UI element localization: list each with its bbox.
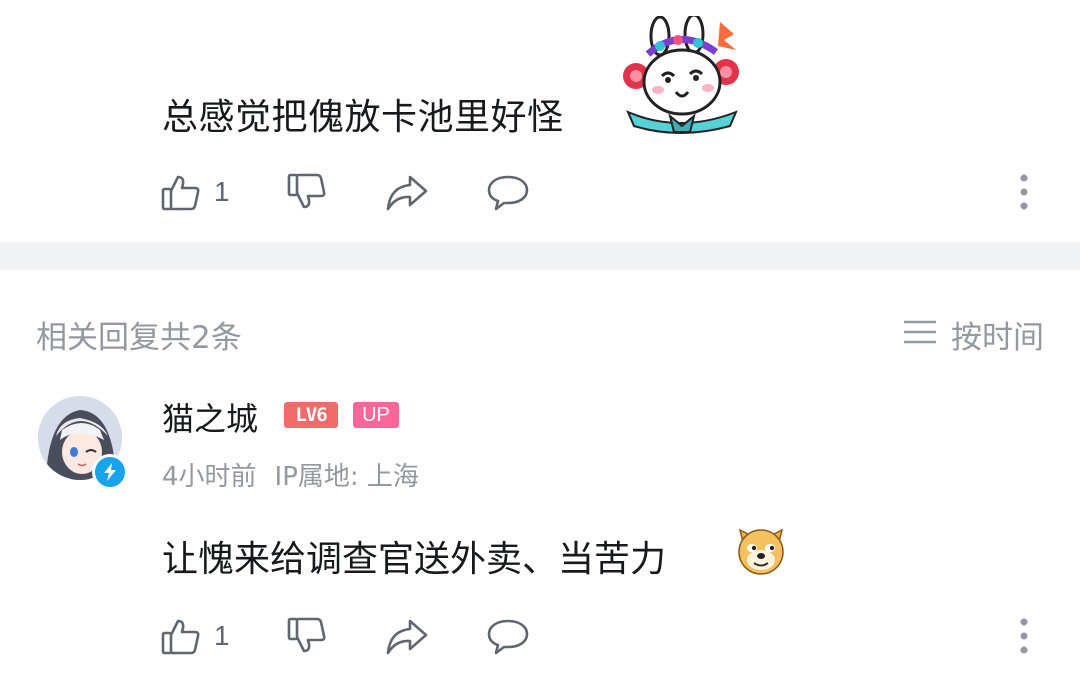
sort-label: 按时间 — [951, 320, 1044, 356]
reply-text: 让愧来给调查官送外卖、当苦力 — [162, 539, 667, 580]
share-button[interactable] — [384, 170, 430, 214]
level-badge: LV6 — [284, 402, 338, 428]
thumbs-up-icon — [160, 171, 202, 213]
share-icon — [384, 615, 430, 657]
reply-time: 4小时前 — [162, 462, 257, 492]
comment-text: 总感觉把傀放卡池里好怪 — [162, 97, 564, 138]
dislike-button[interactable] — [286, 614, 328, 658]
reply-button[interactable] — [486, 614, 530, 658]
comment-icon — [486, 615, 530, 657]
menu-lines-icon — [903, 317, 937, 353]
reply-actions: 1 — [160, 614, 1040, 658]
reply-meta: 4小时前 IP属地: 上海 — [162, 456, 419, 493]
username[interactable]: 猫之城 — [162, 394, 258, 440]
like-button[interactable]: 1 — [160, 170, 230, 214]
rabbit-opera-sticker — [620, 13, 742, 134]
doge-emoji — [734, 522, 788, 576]
sort-by-time-button[interactable]: 按时间 — [903, 312, 1044, 357]
comment-icon — [486, 171, 530, 213]
up-badge: UP — [353, 402, 399, 428]
section-divider — [0, 242, 1080, 270]
like-button[interactable]: 1 — [160, 614, 230, 658]
thumbs-down-icon — [286, 615, 328, 657]
thumbs-down-icon — [286, 171, 328, 213]
dislike-button[interactable] — [286, 170, 328, 214]
share-icon — [384, 171, 430, 213]
thumbs-up-icon — [160, 615, 202, 657]
like-count: 1 — [214, 176, 230, 207]
replies-count-header: 相关回复共2条 — [36, 320, 242, 356]
verified-icon — [92, 454, 128, 490]
reply-button[interactable] — [486, 170, 530, 214]
more-vertical-icon[interactable] — [1008, 170, 1040, 214]
like-count: 1 — [214, 620, 230, 651]
share-button[interactable] — [384, 614, 430, 658]
comment-actions: 1 — [160, 170, 1040, 214]
more-vertical-icon[interactable] — [1008, 614, 1040, 658]
reply-ip-location: IP属地: 上海 — [274, 462, 419, 492]
